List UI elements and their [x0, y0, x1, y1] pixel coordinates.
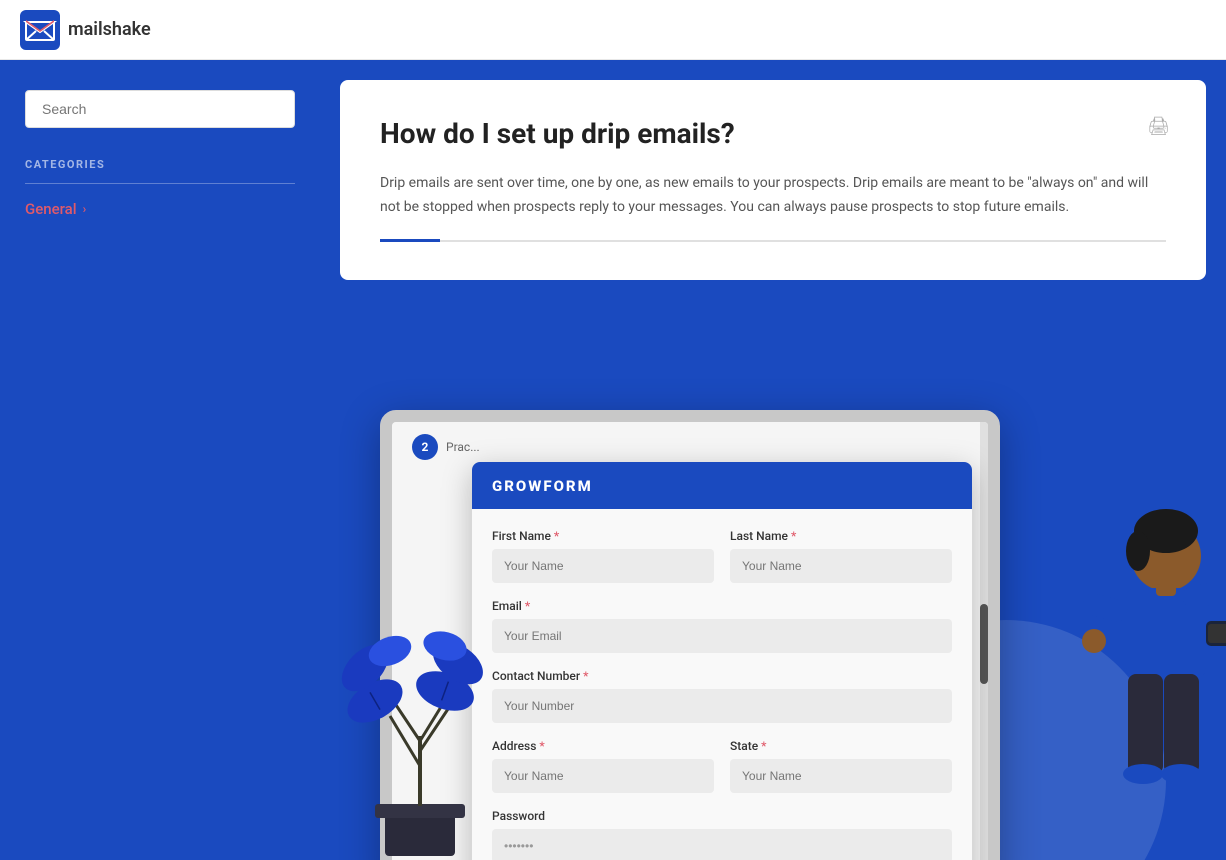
- growform-header: GROWFORM: [472, 462, 972, 509]
- address-required: *: [539, 739, 544, 753]
- state-input[interactable]: [730, 759, 952, 793]
- content-area: How do I set up drip emails? 🖨 Drip emai…: [320, 60, 1226, 860]
- form-col-address: Address *: [492, 739, 714, 793]
- categories-divider: [25, 183, 295, 184]
- growform-title: GROWFORM: [492, 477, 593, 495]
- form-row-contact: Contact Number *: [492, 669, 952, 723]
- print-icon[interactable]: 🖨: [1147, 116, 1170, 137]
- contact-required: *: [583, 669, 588, 683]
- form-col-email: Email *: [492, 599, 952, 653]
- contact-input[interactable]: [492, 689, 952, 723]
- article-card: How do I set up drip emails? 🖨 Drip emai…: [340, 80, 1206, 280]
- categories-label: CATEGORIES: [25, 158, 295, 171]
- top-nav: mailshake: [0, 0, 1226, 60]
- first-name-label: First Name *: [492, 529, 714, 543]
- form-col-last-name: Last Name *: [730, 529, 952, 583]
- sidebar: CATEGORIES General ›: [0, 60, 320, 860]
- logo[interactable]: mailshake: [20, 10, 151, 50]
- form-col-contact: Contact Number *: [492, 669, 952, 723]
- email-required: *: [525, 599, 530, 613]
- main-layout: CATEGORIES General › How do I set up dri…: [0, 60, 1226, 860]
- category-general-label: General: [25, 200, 77, 218]
- last-name-input[interactable]: [730, 549, 952, 583]
- article-tab-active-indicator: [380, 239, 440, 242]
- logo-text: mailshake: [68, 19, 151, 40]
- email-label: Email *: [492, 599, 952, 613]
- form-col-state: State *: [730, 739, 952, 793]
- mailshake-logo-icon: [20, 10, 60, 50]
- search-input[interactable]: [25, 90, 295, 128]
- growform-body: First Name * Last Name *: [472, 509, 972, 860]
- chevron-right-icon: ›: [83, 202, 87, 216]
- state-required: *: [761, 739, 766, 753]
- first-name-input[interactable]: [492, 549, 714, 583]
- form-col-first-name: First Name *: [492, 529, 714, 583]
- password-input[interactable]: [492, 829, 952, 860]
- step-text: Prac...: [446, 440, 480, 454]
- address-input[interactable]: [492, 759, 714, 793]
- last-name-label: Last Name *: [730, 529, 952, 543]
- form-row-name: First Name * Last Name *: [492, 529, 952, 583]
- article-tab-bar: [380, 240, 1166, 242]
- form-row-email: Email *: [492, 599, 952, 653]
- email-input[interactable]: [492, 619, 952, 653]
- form-col-password: Password: [492, 809, 952, 860]
- address-label: Address *: [492, 739, 714, 753]
- last-name-required: *: [791, 529, 796, 543]
- step-circle: 2: [412, 434, 438, 460]
- password-label: Password: [492, 809, 952, 823]
- scrollbar-thumb[interactable]: [980, 604, 988, 684]
- contact-label: Contact Number *: [492, 669, 952, 683]
- first-name-required: *: [554, 529, 559, 543]
- form-row-address: Address * State *: [492, 739, 952, 793]
- plant-illustration: [330, 596, 510, 860]
- article-title: How do I set up drip emails?: [380, 116, 1166, 152]
- tablet-scrollbar[interactable]: [980, 422, 988, 860]
- sidebar-item-general[interactable]: General ›: [25, 200, 295, 218]
- person-illustration: [1056, 476, 1226, 860]
- bottom-decoration: 2 Prac... GROWFORM: [320, 260, 1226, 860]
- growform-popup: GROWFORM First Name *: [472, 462, 972, 860]
- article-body: Drip emails are sent over time, one by o…: [380, 172, 1166, 220]
- state-label: State *: [730, 739, 952, 753]
- form-row-password: Password: [492, 809, 952, 860]
